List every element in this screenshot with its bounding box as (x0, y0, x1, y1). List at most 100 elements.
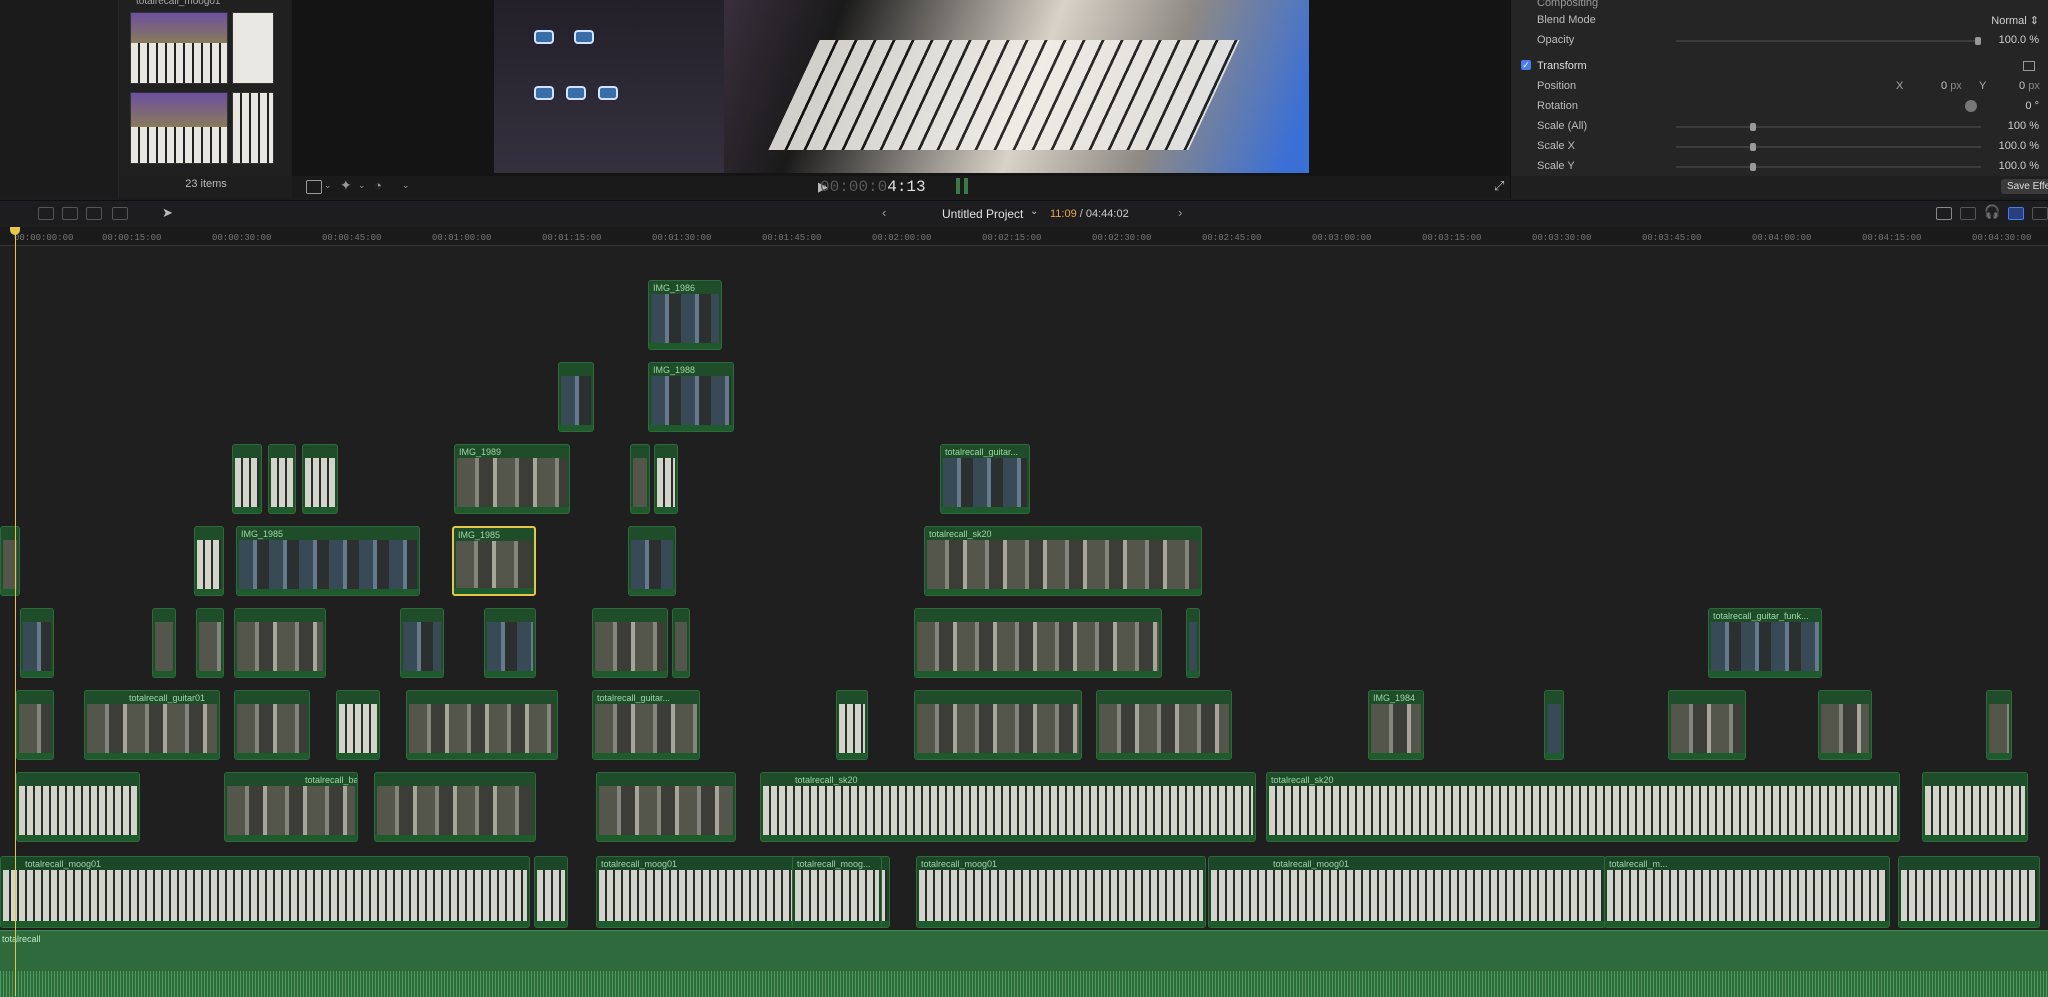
insert-clip-icon[interactable] (62, 207, 78, 220)
project-name[interactable]: Untitled Project (942, 207, 1023, 221)
timeline-clip[interactable]: IMG_1984 (1368, 690, 1424, 760)
primary-storyline-clip[interactable]: totalrecall_moog01 (1208, 856, 1606, 928)
timeline-clip[interactable] (1186, 608, 1200, 678)
timeline-clip[interactable] (914, 608, 1162, 678)
timeline-clip[interactable] (1986, 690, 2012, 760)
timeline-clip[interactable] (1818, 690, 1872, 760)
timeline[interactable]: IMG_1986 IMG_1988 IMG_1989 totalrecall_g… (0, 246, 2048, 996)
timeline-clip[interactable] (196, 608, 224, 678)
position-y-field[interactable]: 0 px (2019, 80, 2040, 92)
timeline-clip[interactable] (20, 608, 54, 678)
rotation-dial[interactable] (1965, 100, 1977, 112)
chevron-down-icon[interactable]: ⌄ (324, 180, 332, 191)
browser-thumbnail[interactable] (130, 92, 228, 164)
timeline-clip-selected[interactable]: IMG_1985 (452, 526, 536, 596)
browser-clip-list[interactable]: totalrecall_moog01 (120, 0, 290, 176)
timeline-clip[interactable] (400, 608, 444, 678)
timeline-clip[interactable] (232, 444, 262, 514)
timeline-clip[interactable]: IMG_1988 (648, 362, 734, 432)
timeline-clip[interactable]: totalrecall_bass02 (224, 772, 358, 842)
timeline-clip[interactable] (630, 444, 650, 514)
timeline-clip[interactable] (16, 772, 140, 842)
transform-icon[interactable] (306, 180, 322, 194)
skimming-icon[interactable] (1936, 207, 1952, 220)
timeline-clip[interactable] (558, 362, 594, 432)
select-tool-icon[interactable]: ➤ (162, 205, 173, 221)
primary-storyline-clip[interactable]: totalrecall_moog01 (0, 856, 530, 928)
primary-storyline-clip[interactable] (534, 856, 568, 928)
chevron-down-icon[interactable]: ⌄ (358, 180, 366, 191)
timeline-clip[interactable] (1544, 690, 1564, 760)
rotation-value[interactable]: 0 ° (2025, 100, 2039, 112)
primary-storyline-clip[interactable]: totalrecall_m... (1604, 856, 1890, 928)
timeline-clip[interactable]: totalrecall_sk20 (760, 772, 1256, 842)
timeline-clip[interactable] (484, 608, 536, 678)
scale-y-value[interactable]: 100.0 % (1999, 160, 2039, 172)
timeline-clip[interactable] (0, 526, 20, 596)
transform-checkbox[interactable]: ✓ (1521, 60, 1531, 70)
scale-x-value[interactable]: 100.0 % (1999, 140, 2039, 152)
timeline-clip[interactable] (194, 526, 224, 596)
snapping-icon[interactable] (2008, 207, 2024, 220)
timeline-clip[interactable]: totalrecall_sk20 (1266, 772, 1900, 842)
timeline-clip[interactable] (234, 608, 326, 678)
timeline-ruler[interactable]: 00:00:00:00 00:00:15:00 00:00:30:00 00:0… (0, 227, 2048, 246)
playhead[interactable] (10, 227, 20, 996)
timeline-clip[interactable] (596, 772, 736, 842)
scale-y-slider[interactable] (1676, 163, 1981, 171)
timeline-clip[interactable]: IMG_1989 (454, 444, 570, 514)
blend-mode-select[interactable]: Normal ⇕ (1991, 14, 2039, 27)
timeline-clip[interactable] (628, 526, 676, 596)
timeline-clip[interactable] (592, 608, 668, 678)
timeline-clip[interactable]: totalrecall_guitar... (592, 690, 700, 760)
timeline-clip[interactable] (1096, 690, 1232, 760)
browser-thumbnail[interactable] (232, 92, 274, 164)
scale-y-knob[interactable] (1750, 163, 1756, 171)
fullscreen-icon[interactable]: ⤢ (1494, 178, 1504, 194)
append-clip-icon[interactable] (86, 207, 102, 220)
history-back-icon[interactable]: ‹ (882, 205, 886, 220)
timeline-clip[interactable] (672, 608, 690, 678)
overwrite-clip-icon[interactable] (112, 207, 128, 220)
timeline-clip[interactable]: totalrecall_guitar01 (84, 690, 220, 760)
primary-storyline-clip[interactable]: totalrecall_moog01 (916, 856, 1206, 928)
timeline-clip[interactable] (152, 608, 176, 678)
browser-thumbnail[interactable] (232, 12, 274, 84)
scale-x-knob[interactable] (1750, 143, 1756, 151)
primary-storyline-clip[interactable] (1898, 856, 2040, 928)
timeline-clip[interactable]: totalrecall_guitar... (940, 444, 1030, 514)
primary-storyline-clip[interactable]: totalrecall_moog... (792, 856, 882, 928)
scale-all-knob[interactable] (1750, 123, 1756, 131)
chevron-down-icon[interactable]: ⌄ (1030, 206, 1038, 217)
browser-thumbnail[interactable] (130, 12, 228, 84)
audio-clip[interactable]: totalrecall (0, 930, 2048, 997)
opacity-slider[interactable] (1676, 37, 1981, 45)
save-effects-preset-button[interactable]: Save Effe (2001, 179, 2048, 194)
enhance-icon[interactable]: ✦ (340, 177, 352, 194)
timeline-clip[interactable] (268, 444, 296, 514)
timeline-clip[interactable] (336, 690, 380, 760)
timeline-clip[interactable]: IMG_1986 (648, 280, 722, 350)
timeline-clip[interactable] (234, 690, 310, 760)
transform-onscreen-icon[interactable] (2023, 61, 2035, 71)
timeline-clip[interactable] (406, 690, 558, 760)
headphones-icon[interactable]: 🎧 (1984, 204, 2000, 220)
connect-clip-icon[interactable] (38, 207, 54, 220)
scale-all-value[interactable]: 100 % (2008, 120, 2039, 132)
timeline-clip[interactable]: IMG_1985 (236, 526, 420, 596)
scale-all-slider[interactable] (1676, 123, 1981, 131)
chevron-down-icon[interactable]: ⌄ (402, 180, 410, 191)
audio-skimming-icon[interactable] (1960, 207, 1976, 220)
timeline-clip[interactable] (16, 690, 54, 760)
timeline-clip[interactable]: totalrecall_sk20 (924, 526, 1202, 596)
timeline-clip[interactable] (374, 772, 536, 842)
position-x-field[interactable]: 0 px (1941, 80, 1962, 92)
speed-icon[interactable]: ◔ (374, 178, 382, 193)
history-forward-icon[interactable]: › (1178, 205, 1182, 220)
opacity-value[interactable]: 100.0 % (1999, 34, 2039, 46)
clip-appearance-icon[interactable] (2032, 207, 2048, 220)
timeline-clip[interactable] (1668, 690, 1746, 760)
scale-x-slider[interactable] (1676, 143, 1981, 151)
timeline-clip[interactable]: totalrecall_guitar_funk... (1708, 608, 1822, 678)
timeline-clip[interactable] (914, 690, 1082, 760)
